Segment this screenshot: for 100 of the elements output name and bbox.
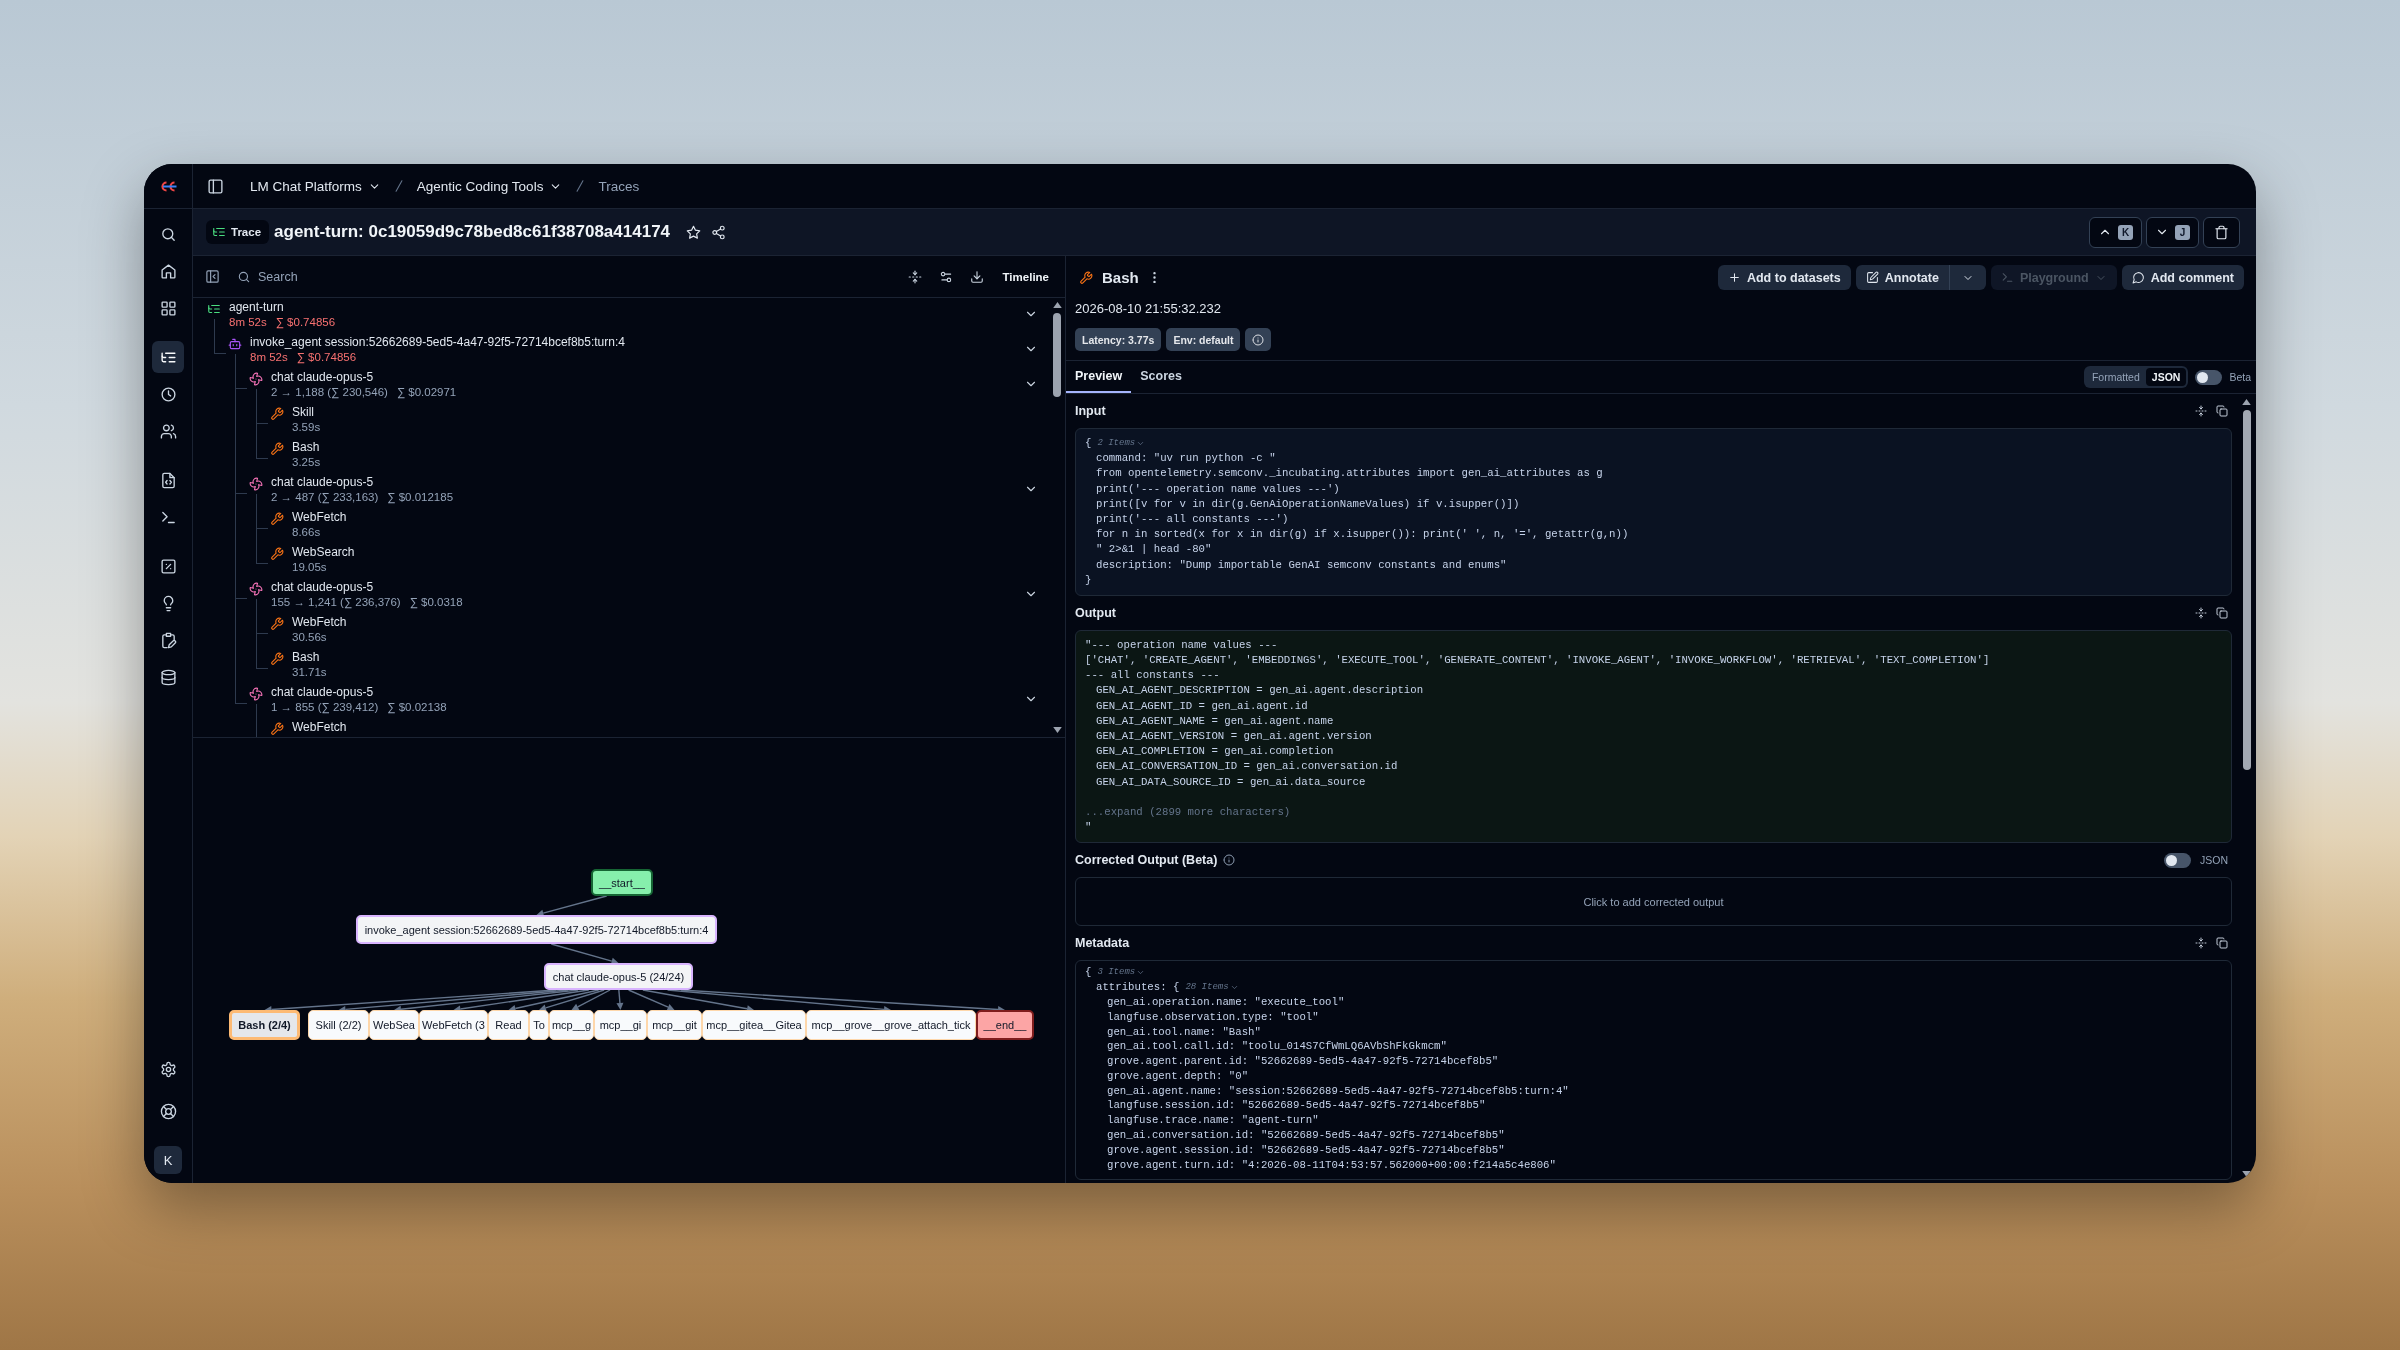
fan-icon xyxy=(249,687,263,701)
delete-button[interactable] xyxy=(2203,216,2240,248)
copy-icon[interactable] xyxy=(2216,606,2228,619)
wrench-icon xyxy=(270,547,284,561)
code-line: grove.agent.session.id: "52662689-5ed5-4a47-92f5-72714bcef8b5" xyxy=(1107,1142,1505,1158)
switch-label: Beta xyxy=(2229,371,2251,383)
graph-node[interactable]: Bash (2/4) xyxy=(229,1010,300,1040)
star-icon[interactable] xyxy=(686,224,702,240)
code-line: --- all constants --- xyxy=(1085,668,1220,684)
tab[interactable]: Scores xyxy=(1131,361,1191,393)
download-icon[interactable] xyxy=(969,269,984,284)
add-comment-button[interactable]: Add comment xyxy=(2121,265,2244,290)
span-name[interactable]: WebFetch xyxy=(292,615,347,630)
code-line: gen_ai.tool.call.id: "toolu_014S7CfWmLQ6AVbShFkGkmcm" xyxy=(1107,1039,1447,1055)
span-name[interactable]: chat claude-opus-5 xyxy=(271,580,463,595)
fan-icon xyxy=(249,582,263,596)
corrected-output-field[interactable]: Click to add corrected output xyxy=(1075,877,2232,927)
scroll-down-icon[interactable] xyxy=(1052,727,1062,733)
graph-node[interactable]: WebFetch (3 xyxy=(419,1010,488,1040)
graph-node[interactable]: mcp__grove__grove_attach_tick xyxy=(806,1010,976,1040)
collapse-arrows-icon[interactable] xyxy=(907,269,922,284)
scroll-down-icon[interactable] xyxy=(2242,1171,2251,1177)
panel-collapse-icon[interactable] xyxy=(205,269,220,284)
connector-arrow xyxy=(536,895,608,917)
span-name[interactable]: WebFetch xyxy=(292,510,347,525)
previous-button[interactable]: K xyxy=(2089,216,2142,248)
collapse-arrows-icon[interactable] xyxy=(2195,405,2207,417)
wrench-icon xyxy=(270,652,284,666)
timeline-button[interactable]: Timeline xyxy=(1002,270,1049,283)
graph-node[interactable]: mcp__gitea__Gitea xyxy=(702,1010,806,1040)
users-icon xyxy=(159,422,177,440)
lifebuoy-icon xyxy=(159,1102,177,1120)
sidebar-toggle-icon[interactable] xyxy=(207,177,224,195)
shortcut-key: K xyxy=(2118,224,2133,240)
beta-switch[interactable] xyxy=(2195,369,2223,385)
graph-node[interactable]: mcp__git xyxy=(647,1010,702,1040)
code-line: { xyxy=(1085,436,1092,451)
tab[interactable]: Preview xyxy=(1066,361,1132,393)
shortcut-key: J xyxy=(2175,224,2190,240)
settings-icon xyxy=(159,1060,177,1078)
code-line: GEN_AI_DATA_SOURCE_ID = gen_ai.data_source xyxy=(1096,774,1366,790)
span-name[interactable]: agent-turn xyxy=(229,300,336,315)
add-to-datasets-button[interactable]: Add to datasets xyxy=(1717,265,1851,290)
span-name[interactable]: WebSearch xyxy=(292,545,355,560)
item-count[interactable]: 28 Items xyxy=(1185,980,1229,995)
search-icon xyxy=(237,269,251,284)
collapse-arrows-icon[interactable] xyxy=(2195,606,2207,619)
code-line: grove.agent.parent.id: "52662689-5ed5-4a47-92f5-72714bcef8b5" xyxy=(1107,1054,1499,1069)
span-name[interactable]: WebFetch xyxy=(292,720,347,735)
robot-icon xyxy=(228,337,242,351)
graph-node[interactable]: Skill (2/2) xyxy=(308,1010,369,1040)
span-name[interactable]: Bash xyxy=(292,650,327,665)
view-option[interactable]: Formatted xyxy=(2085,368,2146,386)
breadcrumb-link[interactable]: Agentic Coding Tools xyxy=(416,178,563,194)
sidebar-item[interactable] xyxy=(152,341,184,373)
span-name[interactable]: chat claude-opus-5 xyxy=(271,475,454,490)
info-button[interactable] xyxy=(1245,328,1272,351)
span-name[interactable]: invoke_agent session:52662689-5ed5-4a47-92f5-72714bcef8b5:turn:4 xyxy=(250,335,625,350)
scroll-up-icon[interactable] xyxy=(1052,302,1062,308)
share-icon[interactable] xyxy=(711,224,727,240)
info-icon[interactable] xyxy=(1223,854,1236,867)
graph-node[interactable]: chat claude-opus-5 (24/24) xyxy=(544,963,693,990)
item-count[interactable]: 3 Items xyxy=(1097,965,1136,981)
collapse-arrows-icon[interactable] xyxy=(2195,937,2207,950)
graph-node[interactable]: WebSea xyxy=(369,1010,419,1040)
logo-icon[interactable] xyxy=(159,180,177,192)
code-line: GEN_AI_COMPLETION = gen_ai.completion xyxy=(1096,744,1334,760)
graph-node[interactable]: Read xyxy=(488,1010,529,1040)
copy-icon[interactable] xyxy=(2216,937,2228,950)
copy-icon[interactable] xyxy=(2216,405,2228,417)
graph-node[interactable]: __start__ xyxy=(591,869,653,896)
graph-node[interactable]: To xyxy=(529,1010,549,1040)
json-switch[interactable] xyxy=(2164,852,2191,868)
file-code-icon xyxy=(159,471,177,489)
next-button[interactable]: J xyxy=(2146,216,2199,248)
search-field[interactable]: Search xyxy=(256,264,560,289)
graph-node[interactable]: mcp__gi xyxy=(594,1010,647,1040)
expand-link[interactable]: ...expand (2899 more characters) xyxy=(1085,804,1291,821)
user-avatar[interactable]: K xyxy=(154,1146,182,1174)
span-name[interactable]: chat claude-opus-5 xyxy=(271,370,457,385)
code-line: command: "uv run python -c " xyxy=(1096,451,1276,467)
code-line: gen_ai.agent.name: "session:52662689-5ed5-4a47-92f5-72714bcef8b5:turn:4" xyxy=(1107,1083,1569,1099)
breadcrumb-link[interactable]: Traces xyxy=(598,178,640,194)
list-tree-icon xyxy=(207,302,221,316)
trash-icon xyxy=(2214,224,2229,240)
span-name[interactable]: Skill xyxy=(292,405,321,420)
breadcrumb-link[interactable]: LM Chat Platforms xyxy=(250,178,381,194)
annotate-button[interactable]: Annotate xyxy=(1855,265,1949,290)
item-count[interactable]: 2 Items xyxy=(1097,436,1136,452)
scrollbar-thumb[interactable] xyxy=(1053,313,1061,397)
span-name[interactable]: Bash xyxy=(292,440,321,455)
graph-node[interactable]: invoke_agent session:52662689-5ed5-4a47-92f5-72714bcef8b5:turn:4 xyxy=(356,915,717,944)
graph-node[interactable]: __end__ xyxy=(976,1010,1034,1040)
scroll-up-icon[interactable] xyxy=(2242,399,2251,405)
scrollbar-thumb[interactable] xyxy=(2242,410,2251,770)
sliders-icon[interactable] xyxy=(938,269,953,284)
graph-node[interactable]: mcp__g xyxy=(549,1010,594,1040)
metric-text: ∑ $0.012185 xyxy=(387,490,454,505)
span-name[interactable]: chat claude-opus-5 xyxy=(271,685,447,700)
view-option[interactable]: JSON xyxy=(2145,368,2187,386)
